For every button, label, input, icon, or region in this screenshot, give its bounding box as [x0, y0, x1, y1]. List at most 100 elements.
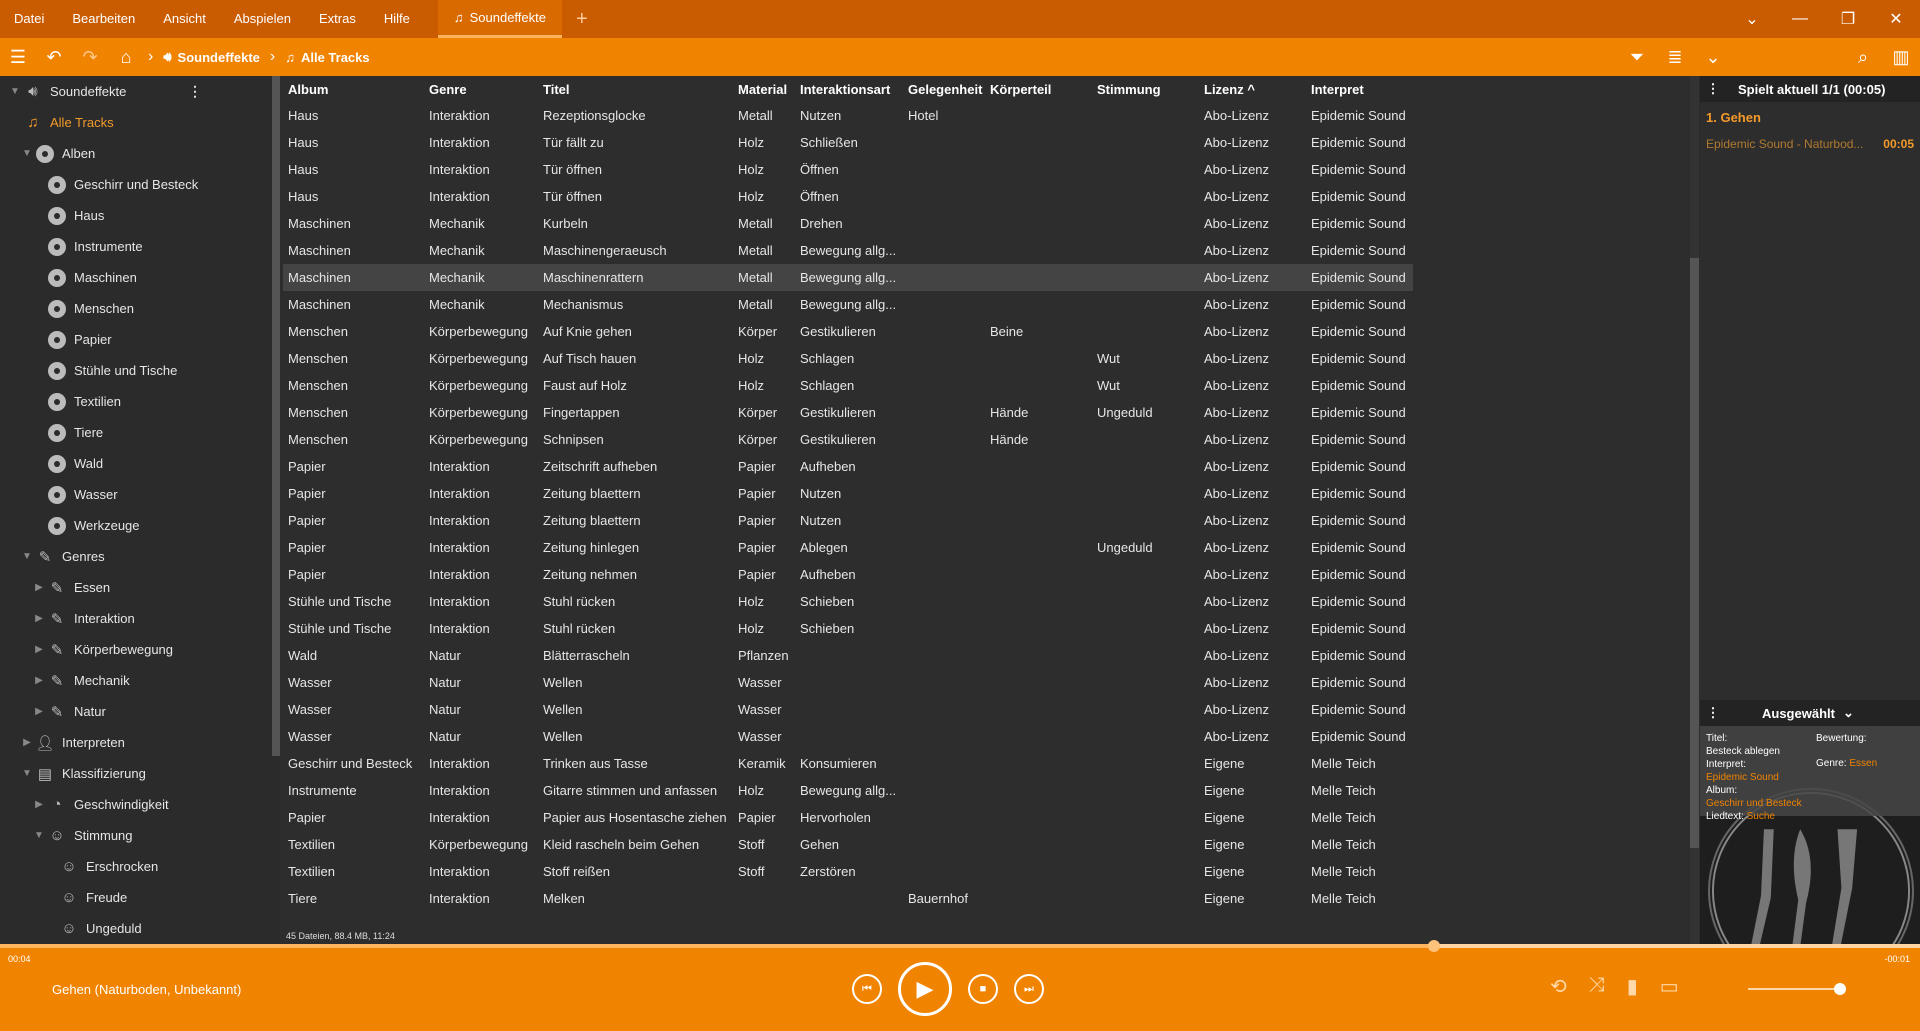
tree-item-geschwindigkeit[interactable]: ▶ ◔ Geschwindigkeit — [0, 789, 280, 820]
column-header[interactable]: Stimmung — [1092, 76, 1199, 102]
table-row[interactable]: Haus Interaktion Tür fällt zu Holz Schließen… — [283, 129, 1413, 156]
chevron-down-icon[interactable]: ⌄ — [1728, 0, 1776, 38]
redo-icon[interactable]: ↷ — [72, 38, 108, 76]
kebab-menu-icon[interactable]: ⋮ — [1700, 81, 1726, 97]
expand-arrow-icon[interactable]: ▶ — [20, 737, 34, 748]
filter-icon[interactable]: ⏷ — [1618, 38, 1656, 76]
table-row[interactable]: Geschirr und Besteck Interaktion Trinken a… — [283, 750, 1413, 777]
cast-icon[interactable]: ▭ — [1660, 974, 1679, 999]
table-row[interactable]: Textilien Körperbewegung Kleid rascheln be… — [283, 831, 1413, 858]
expand-arrow-icon[interactable]: ▼ — [20, 768, 34, 779]
menu-extras[interactable]: Extras — [305, 0, 370, 38]
table-row[interactable]: Stühle und Tische Interaktion Stuhl rücken… — [283, 615, 1413, 642]
table-row[interactable]: Papier Interaktion Zeitung blaettern Papier… — [283, 507, 1413, 534]
search-icon[interactable]: ⌕ — [1844, 38, 1882, 76]
column-header[interactable]: Körperteil — [985, 76, 1092, 102]
column-header[interactable]: Lizenz ^ — [1199, 76, 1306, 102]
table-row[interactable]: Wasser Natur Wellen Wasser Abo-Lizenz Epidemi… — [283, 696, 1413, 723]
table-row[interactable]: Menschen Körperbewegung Faust auf Holz Holz… — [283, 372, 1413, 399]
panel-toggle-icon[interactable]: ▥ — [1882, 38, 1920, 76]
table-row[interactable]: Maschinen Mechanik Maschinengeraeusch Metal… — [283, 237, 1413, 264]
home-icon[interactable]: ⌂ — [108, 38, 144, 76]
table-row[interactable]: Maschinen Mechanik Mechanismus Metall Bewegu… — [283, 291, 1413, 318]
tree-item-album_items[interactable]: Werkzeuge — [0, 510, 280, 541]
table-row[interactable]: Textilien Interaktion Stoff reißen Stoff Zer… — [283, 858, 1413, 885]
repeat-icon[interactable]: ⟲ — [1550, 974, 1567, 999]
undo-icon[interactable]: ↶ — [36, 38, 72, 76]
expand-arrow-icon[interactable]: ▶ — [32, 613, 46, 624]
table-row[interactable]: Haus Interaktion Rezeptionsglocke Metall Nut… — [283, 102, 1413, 129]
column-header[interactable]: Titel — [538, 76, 733, 102]
table-row[interactable]: Wald Natur Blätterrascheln Pflanzen Abo-Lize… — [283, 642, 1413, 669]
tree-item-album_items[interactable]: Stühle und Tische — [0, 355, 280, 386]
table-row[interactable]: Papier Interaktion Zeitschrift aufheben Pap… — [283, 453, 1413, 480]
chevron-down-icon[interactable]: ⌄ — [1843, 705, 1854, 721]
playlist-item-title[interactable]: 1. Gehen — [1700, 102, 1920, 125]
kebab-menu-icon[interactable]: ⋮ — [1700, 705, 1726, 721]
tree-item-stimmung[interactable]: ▼ ☺ Stimmung — [0, 820, 280, 851]
tree-item-album_items[interactable]: Wald — [0, 448, 280, 479]
next-icon[interactable]: ⏭ — [1014, 974, 1044, 1004]
tree-item-album_items[interactable]: Instrumente — [0, 231, 280, 262]
column-header[interactable]: Gelegenheit — [903, 76, 985, 102]
tree-item-album_items[interactable]: Textilien — [0, 386, 280, 417]
breadcrumb-soundeffekte[interactable]: 🔊︎ Soundeffekte — [157, 49, 266, 65]
tree-item-genre_items[interactable]: ▶ ✎ Natur — [0, 696, 280, 727]
menu-hilfe[interactable]: Hilfe — [370, 0, 424, 38]
table-row[interactable]: Haus Interaktion Tür öffnen Holz Öffnen Abo-L… — [283, 183, 1413, 210]
kebab-menu-icon[interactable]: ⋮ — [188, 83, 202, 100]
tree-item-alben[interactable]: ▼ Alben — [0, 138, 280, 169]
tree-item-interpreten[interactable]: ▶ 👤︎ Interpreten — [0, 727, 280, 758]
menu-datei[interactable]: Datei — [0, 0, 58, 38]
table-row[interactable]: Wasser Natur Wellen Wasser Abo-Lizenz Epidemi… — [283, 723, 1413, 750]
sidebar-scrollbar[interactable] — [272, 76, 280, 756]
expand-arrow-icon[interactable]: ▼ — [20, 148, 34, 159]
table-scrollbar-thumb[interactable] — [1690, 258, 1699, 848]
tree-item-klassifizierung[interactable]: ▼ ▤ Klassifizierung — [0, 758, 280, 789]
table-row[interactable]: Stühle und Tische Interaktion Stuhl rücken… — [283, 588, 1413, 615]
table-row[interactable]: Maschinen Mechanik Kurbeln Metall Drehen Abo-… — [283, 210, 1413, 237]
table-row[interactable]: Papier Interaktion Zeitung hinlegen Papier A… — [283, 534, 1413, 561]
progress-knob[interactable] — [1428, 940, 1440, 952]
playlist-item[interactable]: Epidemic Sound - Naturbod... 00:05 — [1700, 125, 1920, 151]
add-tab-button[interactable]: + — [576, 8, 588, 31]
expand-arrow-icon[interactable]: ▼ — [32, 830, 46, 841]
expand-arrow-icon[interactable]: ▶ — [32, 706, 46, 717]
menu-abspielen[interactable]: Abspielen — [220, 0, 305, 38]
table-row[interactable]: Menschen Körperbewegung Schnipsen Körper Ges… — [283, 426, 1413, 453]
expand-arrow-icon[interactable]: ▶ — [32, 799, 46, 810]
sidebar-toggle-icon[interactable]: ☰ — [0, 38, 36, 76]
chevron-down-icon[interactable]: ⌄ — [1694, 38, 1732, 76]
table-row[interactable]: Tiere Interaktion Melken Bauernhof Eigene Mel… — [283, 885, 1413, 912]
shuffle-icon[interactable]: ⤨ — [1589, 974, 1605, 999]
table-row[interactable]: Papier Interaktion Zeitung blaettern Papier… — [283, 480, 1413, 507]
maximize-button[interactable]: ❐ — [1824, 0, 1872, 38]
tree-item-stimmung_items[interactable]: ☺ Freude — [0, 882, 280, 913]
expand-arrow-icon[interactable]: ▼ — [20, 551, 34, 562]
tree-item-album_items[interactable]: Geschirr und Besteck — [0, 169, 280, 200]
tree-item-album_items[interactable]: Tiere — [0, 417, 280, 448]
breadcrumb-alle-tracks[interactable]: ♫ Alle Tracks — [279, 50, 375, 65]
table-row[interactable]: Wasser Natur Wellen Wasser Abo-Lizenz Epidemi… — [283, 669, 1413, 696]
table-row[interactable]: Menschen Körperbewegung Auf Knie gehen Körp… — [283, 318, 1413, 345]
expand-arrow-icon[interactable]: ▼ — [8, 86, 22, 97]
tree-item-genre_items[interactable]: ▶ ✎ Mechanik — [0, 665, 280, 696]
tree-item-alle-tracks[interactable]: ♫ Alle Tracks — [0, 107, 280, 138]
tree-item-genre_items[interactable]: ▶ ✎ Interaktion — [0, 603, 280, 634]
table-row[interactable]: Instrumente Interaktion Gitarre stimmen un… — [283, 777, 1413, 804]
minimize-button[interactable]: — — [1776, 0, 1824, 38]
tree-item-root[interactable]: ▼ 🔊︎ Soundeffekte ⋮ — [0, 76, 280, 107]
tab-soundeffekte[interactable]: ♫ Soundeffekte — [437, 0, 562, 38]
table-row[interactable]: Maschinen Mechanik Maschinenrattern Metall B… — [283, 264, 1413, 291]
album-link[interactable]: Geschirr und Besteck — [1706, 797, 1914, 810]
expand-arrow-icon[interactable]: ▶ — [32, 675, 46, 686]
volume-knob[interactable] — [1834, 983, 1846, 995]
tree-item-stimmung_items[interactable]: ☺ Erschrocken — [0, 851, 280, 882]
column-header[interactable]: Material — [733, 76, 795, 102]
table-row[interactable]: Haus Interaktion Tür öffnen Holz Öffnen Abo-L… — [283, 156, 1413, 183]
stop-icon[interactable]: ■ — [968, 974, 998, 1004]
table-row[interactable]: Papier Interaktion Papier aus Hosentasche … — [283, 804, 1413, 831]
tree-item-album_items[interactable]: Haus — [0, 200, 280, 231]
tree-item-genre_items[interactable]: ▶ ✎ Körperbewegung — [0, 634, 280, 665]
liedtext-search-link[interactable]: Suche — [1747, 811, 1775, 822]
